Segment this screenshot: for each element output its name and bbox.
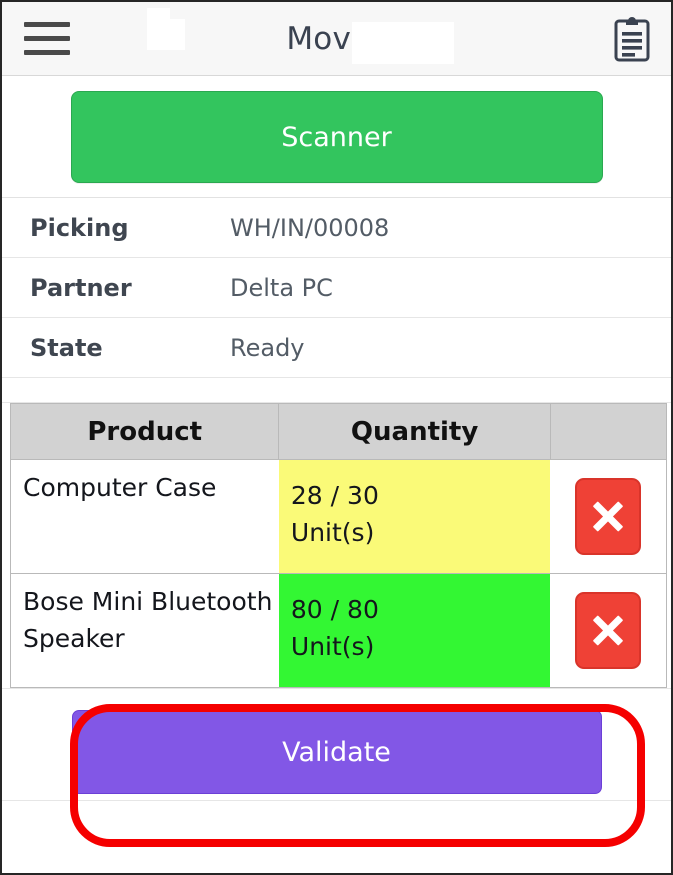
hamburger-menu-icon[interactable]	[18, 17, 74, 61]
info-spacer	[2, 378, 671, 403]
validate-separator	[2, 688, 671, 705]
app-header: Moves	[2, 2, 671, 76]
column-header-action	[549, 403, 668, 460]
redaction-patch	[147, 19, 185, 50]
info-label-partner: Partner	[30, 273, 132, 302]
column-header-product: Product	[9, 403, 280, 460]
redaction-patch	[352, 22, 407, 54]
info-value-state: Ready	[230, 333, 305, 362]
validate-button[interactable]: Validate	[71, 710, 602, 794]
info-value-partner: Delta PC	[230, 273, 333, 302]
close-x-icon[interactable]	[575, 478, 642, 555]
table-body: Computer Case 28 / 30 Unit(s) Bose Mini B…	[9, 459, 668, 688]
info-row-partner: Partner Delta PC	[2, 258, 671, 318]
info-row-picking: Picking WH/IN/00008	[2, 198, 671, 258]
cell-quantity[interactable]: 28 / 30 Unit(s)	[278, 459, 551, 574]
mobile-app-screen: Moves Scanner Picking WH/IN/00008 Partne…	[0, 0, 673, 875]
info-label-state: State	[30, 333, 103, 362]
scanner-section: Scanner	[2, 76, 671, 198]
hamburger-line	[24, 50, 70, 55]
table-row[interactable]: Bose Mini Bluetooth Speaker 80 / 80 Unit(…	[9, 573, 668, 688]
column-header-quantity: Quantity	[278, 403, 551, 460]
table-header: Product Quantity	[9, 403, 668, 460]
quantity-badge: 28 / 30 Unit(s)	[290, 481, 379, 547]
cell-quantity[interactable]: 80 / 80 Unit(s)	[278, 573, 551, 688]
picking-info-list: Picking WH/IN/00008 Partner Delta PC Sta…	[2, 198, 671, 403]
moves-table: Product Quantity Computer Case 28 / 30 Un…	[9, 403, 668, 688]
info-row-state: State Ready	[2, 318, 671, 378]
quantity-badge: 80 / 80 Unit(s)	[290, 595, 379, 661]
info-value-picking: WH/IN/00008	[230, 213, 390, 242]
validate-section: Validate	[2, 705, 671, 801]
cell-action	[550, 573, 668, 688]
clipboard-icon[interactable]	[609, 13, 655, 65]
scanner-button[interactable]: Scanner	[70, 91, 603, 183]
hamburger-line	[24, 22, 70, 27]
hamburger-line	[24, 36, 70, 41]
table-row[interactable]: Computer Case 28 / 30 Unit(s)	[9, 459, 668, 574]
cell-action	[550, 459, 668, 574]
cell-product: Bose Mini Bluetooth Speaker	[9, 573, 279, 688]
close-x-icon[interactable]	[575, 592, 642, 669]
table-header-row: Product Quantity	[9, 403, 668, 460]
page-title: Moves	[286, 20, 387, 57]
moves-table-wrapper: Product Quantity Computer Case 28 / 30 Un…	[2, 403, 671, 688]
cell-product: Computer Case	[9, 459, 279, 574]
info-label-picking: Picking	[30, 213, 129, 242]
